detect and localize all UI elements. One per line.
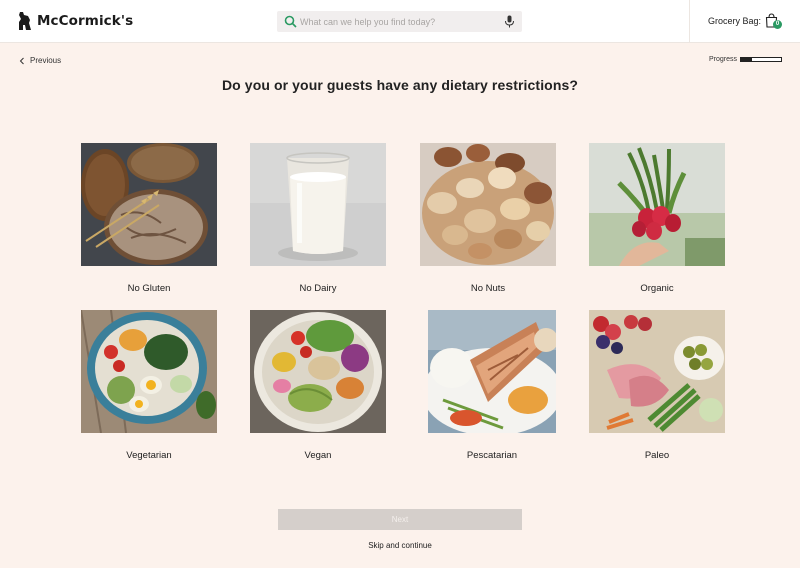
option-label: No Nuts: [470, 283, 506, 294]
question-heading: Do you or your guests have any dietary r…: [221, 77, 579, 93]
progress-track: [740, 57, 783, 62]
option-no-gluten[interactable]: No Gluten: [81, 143, 217, 294]
option-organic[interactable]: Organic: [589, 143, 725, 294]
option-label: Vegan: [304, 450, 332, 461]
chevron-left-icon: [19, 57, 24, 64]
progress-indicator: Progress: [709, 56, 783, 63]
grocery-bag-button[interactable]: 0: [765, 13, 785, 31]
bag-count-badge: 0: [773, 20, 782, 29]
bread-loaves-photo: [81, 143, 217, 266]
progress-fill: [741, 58, 753, 61]
glass-of-milk-photo: [250, 143, 386, 266]
option-label: Vegetarian: [126, 450, 172, 461]
option-label: Pescatarian: [466, 450, 518, 461]
option-label: No Gluten: [127, 283, 171, 294]
progress-label: Progress: [709, 56, 738, 63]
option-label: Paleo: [644, 450, 670, 461]
option-label: No Dairy: [299, 283, 337, 294]
previous-button[interactable]: Previous: [19, 56, 61, 65]
option-no-nuts[interactable]: No Nuts: [420, 143, 556, 294]
skip-and-continue-link[interactable]: Skip and continue: [0, 541, 800, 550]
grocery-bag-label: Grocery Bag:: [708, 16, 762, 26]
search-input[interactable]: [300, 11, 500, 32]
mixed-nuts-photo: [420, 143, 556, 266]
salmon-plate-photo: [428, 310, 556, 433]
option-pescatarian[interactable]: Pescatarian: [428, 310, 556, 461]
search-bar[interactable]: [277, 11, 522, 32]
radishes-bunch-photo: [589, 143, 725, 266]
search-icon: [284, 15, 297, 28]
option-no-dairy[interactable]: No Dairy: [250, 143, 386, 294]
next-button[interactable]: Next: [278, 509, 522, 530]
top-header: McCormick's Grocery Bag: 0: [0, 0, 800, 43]
option-paleo[interactable]: Paleo: [589, 310, 725, 461]
header-divider: [689, 0, 690, 43]
option-vegetarian[interactable]: Vegetarian: [81, 310, 217, 461]
option-label: Organic: [640, 283, 674, 294]
vegan-bowl-photo: [250, 310, 386, 433]
salad-bowl-with-egg-photo: [81, 310, 217, 433]
dog-logo-icon: [19, 12, 31, 30]
meat-and-fruit-platter-photo: [589, 310, 725, 433]
previous-label: Previous: [30, 56, 62, 65]
option-vegan[interactable]: Vegan: [250, 310, 386, 461]
brand-name: McCormick's: [37, 13, 134, 29]
microphone-icon[interactable]: [504, 15, 515, 28]
brand-logo[interactable]: McCormick's: [17, 11, 133, 31]
